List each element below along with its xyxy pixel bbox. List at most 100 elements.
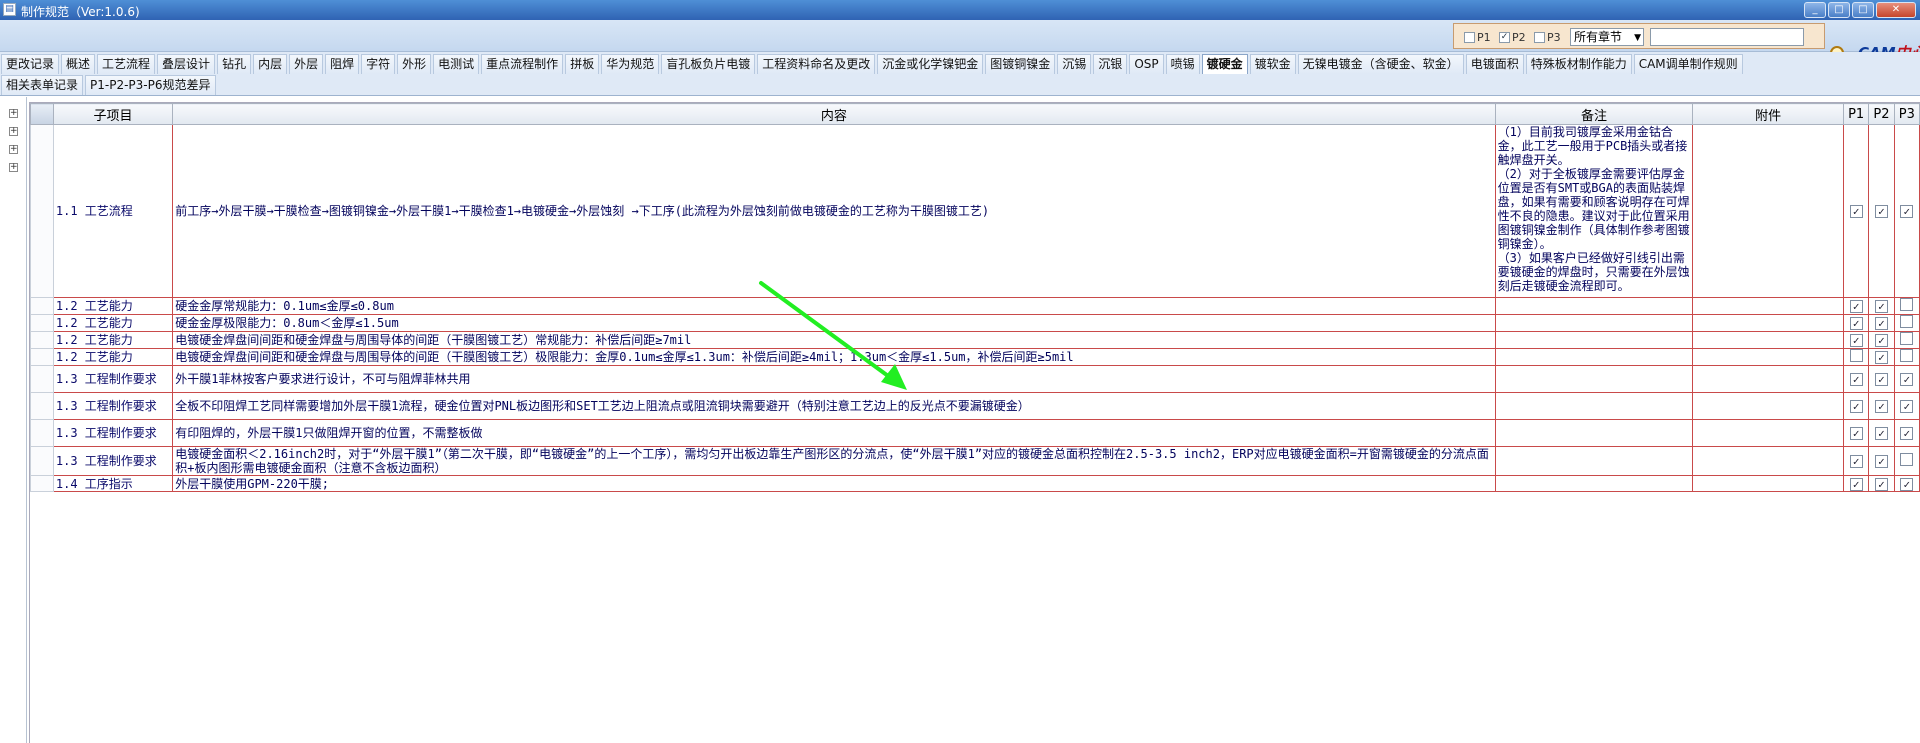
tab-chapter[interactable]: 工程资料命名及更改	[757, 54, 876, 74]
p1-checkbox[interactable]: ✓	[1849, 400, 1863, 413]
row-indicator[interactable]	[30, 419, 54, 447]
note-cell[interactable]	[1494, 392, 1694, 420]
p3-checkbox[interactable]	[1900, 298, 1914, 311]
p2-checkbox[interactable]: ✓	[1874, 351, 1888, 364]
row-indicator[interactable]	[30, 365, 54, 393]
p3-checkbox[interactable]: ✓	[1900, 477, 1914, 491]
tab-chapter[interactable]: 阻焊	[325, 54, 360, 74]
attachment-cell[interactable]	[1692, 314, 1844, 332]
chapter-select[interactable]: 所有章节 ▼	[1570, 28, 1644, 46]
p1-checkbox[interactable]	[1464, 32, 1475, 43]
note-cell[interactable]	[1494, 365, 1694, 393]
tab-chapter[interactable]: 拼板	[565, 54, 600, 74]
sub-item-cell[interactable]: 1.3 工程制作要求	[52, 365, 174, 393]
sub-item-cell[interactable]: 1.3 工程制作要求	[52, 392, 174, 420]
p3-checkbox[interactable]	[1534, 32, 1545, 43]
note-cell[interactable]	[1494, 331, 1694, 349]
sub-item-cell[interactable]: 1.1 工艺流程	[52, 124, 174, 298]
table-row[interactable]: 1.1 工艺流程 前工序→外层干膜→干膜检查→图镀铜镍金→外层干膜1→干膜检查1→…	[30, 124, 1920, 298]
header-p1[interactable]: P1	[1842, 103, 1870, 125]
table-row[interactable]: 1.3 工程制作要求 外干膜1菲林按客户要求进行设计，不可与阻焊菲林共用 ✓ ✓ ✓	[30, 365, 1920, 393]
row-indicator[interactable]	[30, 331, 54, 349]
minimize-button[interactable]: _	[1804, 2, 1826, 18]
note-cell[interactable]: （1）目前我司镀厚金采用金钴合金，此工艺一般用于PCB插头或者接触焊盘开关。 （…	[1494, 124, 1694, 298]
expand-icon[interactable]: +	[9, 109, 18, 118]
content-cell[interactable]: 全板不印阻焊工艺同样需要增加外层干膜1流程，硬金位置对PNL板边图形和SET工艺…	[172, 392, 1496, 420]
p1-filter[interactable]: P1	[1464, 31, 1491, 44]
p3-checkbox[interactable]	[1900, 315, 1914, 328]
tab-chapter[interactable]: 电镀面积	[1465, 54, 1524, 74]
p3-filter[interactable]: P3	[1534, 31, 1561, 44]
content-cell[interactable]: 外层干膜使用GPM-220干膜;	[172, 475, 1496, 492]
sub-item-cell[interactable]: 1.3 工程制作要求	[52, 419, 174, 447]
p1-checkbox[interactable]: ✓	[1849, 317, 1863, 330]
attachment-cell[interactable]	[1692, 419, 1844, 447]
sub-item-cell[interactable]: 1.2 工艺能力	[52, 297, 174, 315]
p3-checkbox[interactable]: ✓	[1900, 373, 1914, 386]
header-note[interactable]: 备注	[1494, 103, 1694, 125]
expand-icon[interactable]: +	[9, 127, 18, 136]
content-cell[interactable]: 硬金金厚极限能力：0.8um＜金厚≤1.5um	[172, 314, 1496, 332]
p2-checkbox[interactable]: ✓	[1874, 373, 1888, 386]
p2-checkbox[interactable]: ✓	[1874, 455, 1888, 468]
p2-checkbox[interactable]: ✓	[1874, 300, 1888, 313]
tab-chapter[interactable]: 镀软金	[1249, 54, 1296, 74]
table-row[interactable]: 1.4 工序指示 外层干膜使用GPM-220干膜; ✓ ✓ ✓	[30, 475, 1920, 492]
tab-chapter[interactable]: 更改记录	[1, 54, 60, 74]
p3-checkbox[interactable]: ✓	[1900, 427, 1914, 440]
tab-chapter[interactable]: 内层	[253, 54, 288, 74]
table-row[interactable]: 1.2 工艺能力 电镀硬金焊盘间间距和硬金焊盘与周围导体的间距（干膜图镀工艺）极限…	[30, 348, 1920, 366]
p1-checkbox[interactable]: ✓	[1849, 205, 1863, 218]
p3-checkbox[interactable]	[1900, 349, 1914, 362]
tab-chapter[interactable]: 相关表单记录	[1, 75, 84, 95]
maximize-button[interactable]: □	[1852, 2, 1874, 18]
note-cell[interactable]	[1494, 419, 1694, 447]
tab-chapter[interactable]: 字符	[361, 54, 396, 74]
tab-chapter[interactable]: OSP	[1129, 54, 1164, 74]
p2-checkbox[interactable]: ✓	[1874, 317, 1888, 330]
table-row[interactable]: 1.3 工程制作要求 有印阻焊的，外层干膜1只做阻焊开窗的位置，不需整板做 ✓ ✓ ✓	[30, 419, 1920, 447]
p1-checkbox[interactable]: ✓	[1849, 373, 1863, 386]
tab-chapter[interactable]: 沉金或化学镍钯金	[877, 54, 984, 74]
sub-item-cell[interactable]: 1.2 工艺能力	[52, 348, 174, 366]
table-row[interactable]: 1.3 工程制作要求 全板不印阻焊工艺同样需要增加外层干膜1流程，硬金位置对PNL…	[30, 392, 1920, 420]
restore-button[interactable]: □	[1828, 2, 1850, 18]
tab-chapter[interactable]: 喷锡	[1165, 54, 1200, 74]
content-cell[interactable]: 电镀硬金面积＜2.16inch2时，对于“外层干膜1”（第二次干膜，即“电镀硬金…	[172, 446, 1496, 476]
tab-chapter[interactable]: 华为规范	[601, 54, 660, 74]
sub-item-cell[interactable]: 1.3 工程制作要求	[52, 446, 174, 476]
row-indicator[interactable]	[30, 446, 54, 476]
tab-chapter[interactable]: 钻孔	[217, 54, 252, 74]
note-cell[interactable]	[1494, 446, 1694, 476]
p3-checkbox[interactable]	[1900, 453, 1914, 466]
tab-chapter[interactable]: CAM调单制作规则	[1633, 54, 1743, 74]
tab-chapter[interactable]: 外层	[289, 54, 324, 74]
p3-checkbox[interactable]: ✓	[1900, 400, 1914, 413]
content-cell[interactable]: 硬金金厚常规能力：0.1um≤金厚≤0.8um	[172, 297, 1496, 315]
tab-chapter[interactable]: 重点流程制作	[481, 54, 564, 74]
tab-chapter[interactable]: 无镍电镀金（含硬金、软金）	[1297, 54, 1464, 74]
note-cell[interactable]	[1494, 348, 1694, 366]
attachment-cell[interactable]	[1692, 475, 1844, 492]
p3-checkbox[interactable]	[1900, 332, 1914, 345]
sub-item-cell[interactable]: 1.4 工序指示	[52, 475, 174, 492]
p2-checkbox[interactable]: ✓	[1499, 32, 1510, 43]
p1-checkbox[interactable]: ✓	[1849, 455, 1863, 468]
expand-icon[interactable]: +	[9, 145, 18, 154]
header-p2[interactable]: P2	[1868, 103, 1895, 125]
tab-chapter[interactable]: 电测试	[433, 54, 480, 74]
grid-corner[interactable]	[30, 103, 54, 125]
p1-checkbox[interactable]: ✓	[1849, 427, 1863, 440]
note-cell[interactable]	[1494, 475, 1694, 492]
tab-chapter[interactable]: 外形	[397, 54, 432, 74]
tab-chapter[interactable]: 图镀铜镍金	[985, 54, 1056, 74]
header-content[interactable]: 内容	[172, 103, 1496, 125]
content-cell[interactable]: 前工序→外层干膜→干膜检查→图镀铜镍金→外层干膜1→干膜检查1→电镀硬金→外层蚀…	[172, 124, 1496, 298]
row-indicator[interactable]	[30, 124, 54, 298]
note-cell[interactable]	[1494, 314, 1694, 332]
row-indicator[interactable]	[30, 314, 54, 332]
tab-chapter[interactable]: 工艺流程	[97, 54, 156, 74]
attachment-cell[interactable]	[1692, 297, 1844, 315]
sub-item-cell[interactable]: 1.2 工艺能力	[52, 314, 174, 332]
note-cell[interactable]	[1494, 297, 1694, 315]
